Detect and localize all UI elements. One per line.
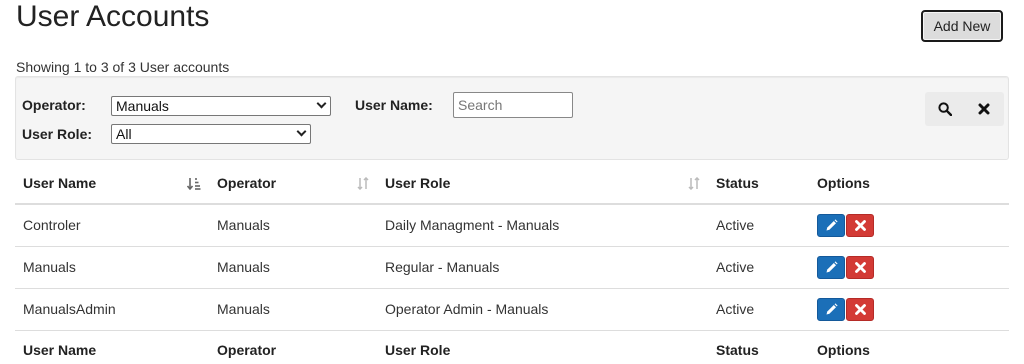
table-row: Manuals Manuals Regular - Manuals Active xyxy=(15,245,1009,288)
clear-filters-button[interactable] xyxy=(965,92,1003,126)
column-header-user-role[interactable]: User Role xyxy=(377,163,708,205)
user-name-search-input[interactable] xyxy=(453,92,573,118)
user-role-label: User Role: xyxy=(22,126,93,142)
user-accounts-page: User Accounts Add New Showing 1 to 3 of … xyxy=(0,0,1024,364)
footer-status: Status xyxy=(708,329,809,364)
cell-options xyxy=(809,203,1009,246)
operator-select-value: Manuals xyxy=(116,98,169,114)
delete-button[interactable] xyxy=(846,255,874,279)
cell-user-name: ManualsAdmin xyxy=(15,287,209,330)
filter-panel: Operator: Manuals User Name: User Role: … xyxy=(15,76,1009,160)
cell-operator: Manuals xyxy=(209,287,377,330)
edit-button[interactable] xyxy=(817,255,845,279)
cell-operator: Manuals xyxy=(209,203,377,246)
footer-operator: Operator xyxy=(209,329,377,364)
table-row: Controler Manuals Daily Managment - Manu… xyxy=(15,203,1009,246)
column-header-operator[interactable]: Operator xyxy=(209,163,377,205)
sort-both-icon xyxy=(357,177,369,190)
delete-button[interactable] xyxy=(846,297,874,321)
edit-icon xyxy=(826,219,838,231)
edit-button[interactable] xyxy=(817,297,845,321)
edit-icon xyxy=(826,302,838,314)
cell-user-role: Regular - Manuals xyxy=(377,245,708,288)
sort-ascending-icon xyxy=(187,178,201,190)
user-role-select[interactable]: All xyxy=(111,124,311,144)
cell-options xyxy=(809,287,1009,330)
clear-icon xyxy=(978,103,990,115)
operator-select[interactable]: Manuals xyxy=(111,96,331,116)
footer-user-name: User Name xyxy=(15,329,209,364)
cell-operator: Manuals xyxy=(209,245,377,288)
column-header-options: Options xyxy=(809,163,1009,205)
edit-icon xyxy=(826,260,838,272)
cell-status: Active xyxy=(708,287,809,330)
showing-count-text: Showing 1 to 3 of 3 User accounts xyxy=(16,59,230,75)
edit-button[interactable] xyxy=(817,213,845,237)
cell-status: Active xyxy=(708,245,809,288)
table-row: ManualsAdmin Manuals Operator Admin - Ma… xyxy=(15,287,1009,330)
footer-user-role: User Role xyxy=(377,329,708,364)
delete-icon xyxy=(854,261,866,273)
operator-label: Operator: xyxy=(22,97,86,113)
user-name-label: User Name: xyxy=(355,97,433,113)
delete-button[interactable] xyxy=(846,213,874,237)
chevron-down-icon xyxy=(296,126,307,137)
cell-user-role: Daily Managment - Manuals xyxy=(377,203,708,246)
chevron-down-icon xyxy=(316,98,327,109)
add-new-button[interactable]: Add New xyxy=(921,10,1003,42)
filter-toolbar xyxy=(925,92,1004,126)
cell-user-role: Operator Admin - Manuals xyxy=(377,287,708,330)
cell-user-name: Manuals xyxy=(15,245,209,288)
column-header-user-name[interactable]: User Name xyxy=(15,163,209,205)
cell-status: Active xyxy=(708,203,809,246)
table-header-row: User Name Operator User Role Status Opti… xyxy=(15,163,1009,205)
user-accounts-table: User Name Operator User Role Status Opti… xyxy=(15,163,1009,364)
delete-icon xyxy=(854,303,866,315)
user-role-select-value: All xyxy=(116,126,132,142)
delete-icon xyxy=(854,219,866,231)
footer-options: Options xyxy=(809,329,1009,364)
search-icon xyxy=(938,102,952,116)
cell-options xyxy=(809,245,1009,288)
sort-both-icon xyxy=(688,177,700,190)
page-title: User Accounts xyxy=(16,0,210,33)
cell-user-name: Controler xyxy=(15,203,209,246)
column-header-status: Status xyxy=(708,163,809,205)
search-button[interactable] xyxy=(926,92,964,126)
table-footer-row: User Name Operator User Role Status Opti… xyxy=(15,329,1009,364)
